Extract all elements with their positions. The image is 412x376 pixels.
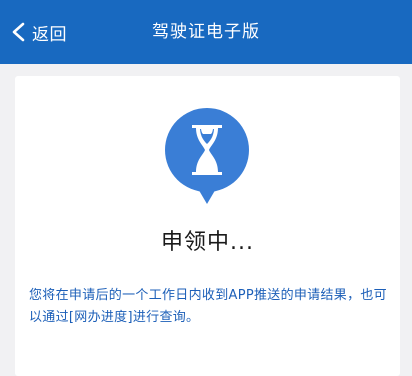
back-button[interactable]: 返回 [8,15,67,49]
chevron-left-icon [12,22,25,42]
status-description: 您将在申请后的一个工作日内收到APP推送的申请结果，也可以通过[网办进度]进行查… [29,288,387,325]
status-card: 申领中... 您将在申请后的一个工作日内收到APP推送的申请结果，也可以通过[网… [15,76,400,376]
hourglass-icon [165,108,249,204]
navigation-bar: 返回 驾驶证电子版 [0,0,412,64]
back-button-label: 返回 [32,24,67,45]
status-text: 申领中... [161,230,254,255]
